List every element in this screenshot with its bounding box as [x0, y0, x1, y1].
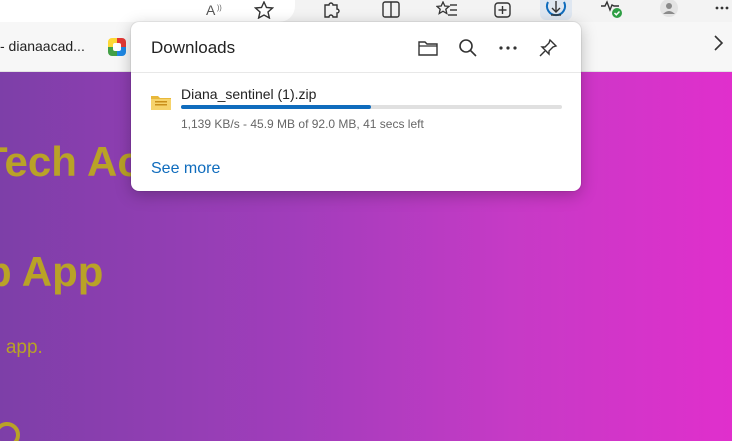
downloads-icon[interactable]: [543, 0, 569, 20]
favorites-icon[interactable]: [434, 0, 460, 20]
download-status: 1,139 KB/s - 45.9 MB of 92.0 MB, 41 secs…: [181, 117, 424, 131]
browser-essentials-icon[interactable]: [598, 0, 624, 20]
download-progress-fill: [181, 105, 372, 109]
split-screen-icon[interactable]: [378, 0, 404, 20]
address-bar[interactable]: A)): [0, 0, 295, 22]
more-options-icon[interactable]: [496, 36, 520, 60]
downloads-flyout: Downloads Diana_sentinel (1).zip 1,139 K…: [131, 22, 581, 191]
svg-text:A: A: [206, 2, 216, 18]
pin-icon[interactable]: [536, 36, 560, 60]
profile-icon[interactable]: [656, 0, 682, 20]
search-icon[interactable]: [456, 36, 480, 60]
download-file-name[interactable]: Diana_sentinel (1).zip: [181, 86, 316, 102]
page-subheading: p App: [0, 248, 104, 295]
collections-icon[interactable]: [490, 0, 516, 20]
page-description: p app.: [0, 337, 43, 358]
see-more-link[interactable]: See more: [151, 160, 220, 178]
download-progress-bar: [181, 105, 562, 109]
downloads-title: Downloads: [151, 38, 236, 57]
extensions-icon[interactable]: [318, 0, 344, 20]
svg-text:)): )): [217, 5, 222, 12]
zip-file-icon: [151, 94, 171, 110]
chevron-right-icon[interactable]: [712, 34, 724, 58]
page-heading: Tech Ac: [0, 138, 141, 185]
page-decoration: [0, 422, 20, 441]
more-icon[interactable]: [712, 0, 732, 20]
site-favicon-icon[interactable]: [108, 38, 126, 56]
browser-toolbar: A)): [0, 0, 732, 22]
favorite-star-icon[interactable]: [252, 0, 276, 20]
divider: [131, 72, 581, 73]
favorites-bar-item[interactable]: - dianaacad...: [0, 38, 85, 54]
read-aloud-icon[interactable]: A)): [203, 0, 227, 20]
open-folder-icon[interactable]: [416, 36, 440, 60]
